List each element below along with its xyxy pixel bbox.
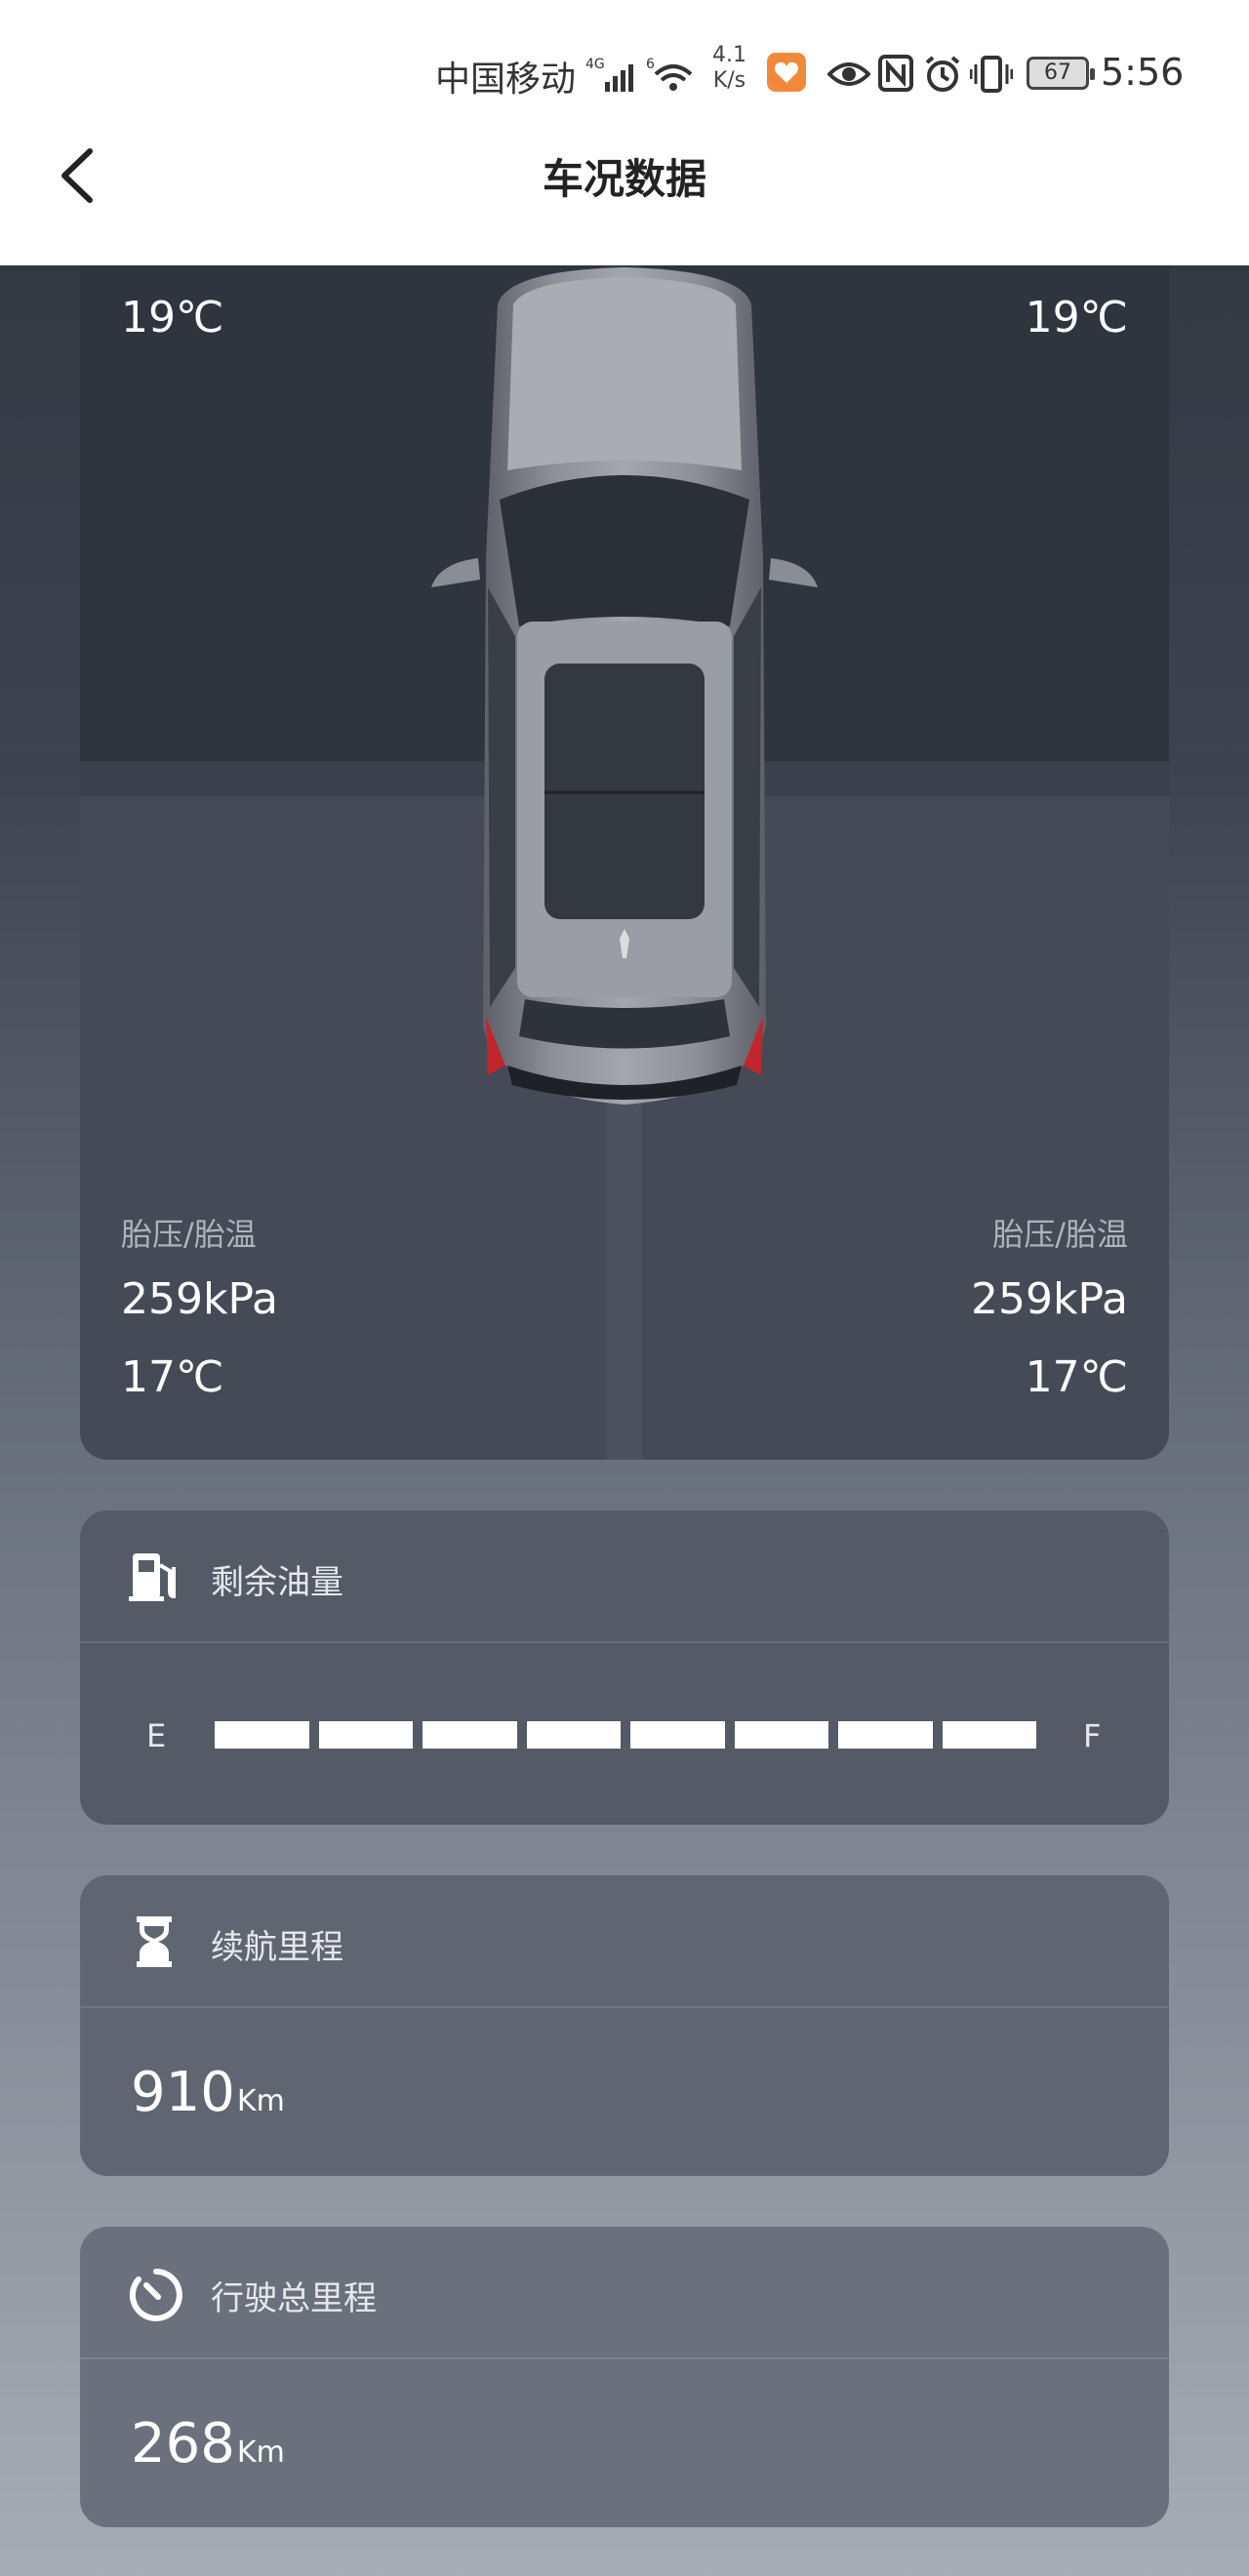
range-value: 910Km (131, 2061, 285, 2124)
tire-front-left-temp: 19℃ (121, 293, 224, 342)
carrier-name: 中国移动 (435, 60, 577, 100)
svg-text:4G: 4G (585, 57, 605, 72)
odometer-unit: Km (236, 2435, 285, 2470)
odometer-card-header: 行驶总里程 (80, 2227, 1169, 2359)
range-card-title: 续航里程 (211, 1928, 343, 1967)
tire-rear-left-label: 胎压/胎温 (121, 1216, 257, 1253)
fuel-card-title: 剩余油量 (211, 1563, 343, 1602)
fuel-segment (734, 1721, 828, 1749)
range-card-header: 续航里程 (80, 1875, 1169, 2008)
svg-text:6: 6 (646, 57, 655, 72)
top-bar: 中国移动 4G 6 4.1 K/s 67 5:56 车况数据 (0, 0, 1249, 265)
fuel-empty-label: E (146, 1717, 167, 1754)
odometer-value: 268Km (131, 2412, 285, 2475)
health-app-icon (767, 53, 806, 92)
fuel-segment (942, 1721, 1036, 1749)
tire-rear-right-temp: 17℃ (1025, 1352, 1128, 1402)
signal-icon: 4G 6 (585, 55, 703, 102)
fuel-pump-icon (129, 1551, 180, 1602)
tire-rear-left-temp: 17℃ (121, 1352, 224, 1402)
car-image (420, 265, 829, 1114)
battery-indicator: 67 (1027, 57, 1095, 90)
fuel-gauge (215, 1721, 1036, 1749)
fuel-segment (215, 1721, 309, 1749)
hourglass-icon (129, 1916, 180, 1967)
fuel-full-label: F (1083, 1717, 1102, 1754)
vibrate-icon (969, 55, 1014, 102)
range-unit: Km (236, 2084, 285, 2118)
status-bar: 中国移动 4G 6 4.1 K/s 67 5:56 (0, 0, 1249, 146)
fuel-segment (318, 1721, 413, 1749)
fuel-segment (630, 1721, 725, 1749)
alarm-icon (923, 55, 962, 102)
network-speed: 4.1 K/s (712, 43, 746, 93)
fuel-segment (526, 1721, 621, 1749)
fuel-segment (423, 1721, 517, 1749)
fuel-segment (838, 1721, 933, 1749)
nfc-icon (878, 55, 913, 101)
range-card: 续航里程 910Km (80, 1875, 1169, 2176)
odometer-icon (129, 2268, 182, 2321)
tire-rear-right-label: 胎压/胎温 (992, 1216, 1128, 1253)
range-number: 910 (131, 2061, 235, 2124)
page-title: 车况数据 (542, 155, 706, 203)
fuel-card: 剩余油量 E F (80, 1510, 1169, 1825)
tire-front-right-temp: 19℃ (1025, 293, 1128, 342)
eye-icon (826, 57, 871, 101)
tire-rear-right-pressure: 259kPa (971, 1274, 1128, 1324)
fuel-card-header: 剩余油量 (80, 1510, 1169, 1643)
odometer-number: 268 (131, 2412, 235, 2475)
tire-rear-left-pressure: 259kPa (121, 1274, 278, 1324)
clock: 5:56 (1101, 51, 1185, 94)
odometer-card: 行驶总里程 268Km (80, 2227, 1169, 2527)
odometer-card-title: 行驶总里程 (211, 2279, 377, 2318)
